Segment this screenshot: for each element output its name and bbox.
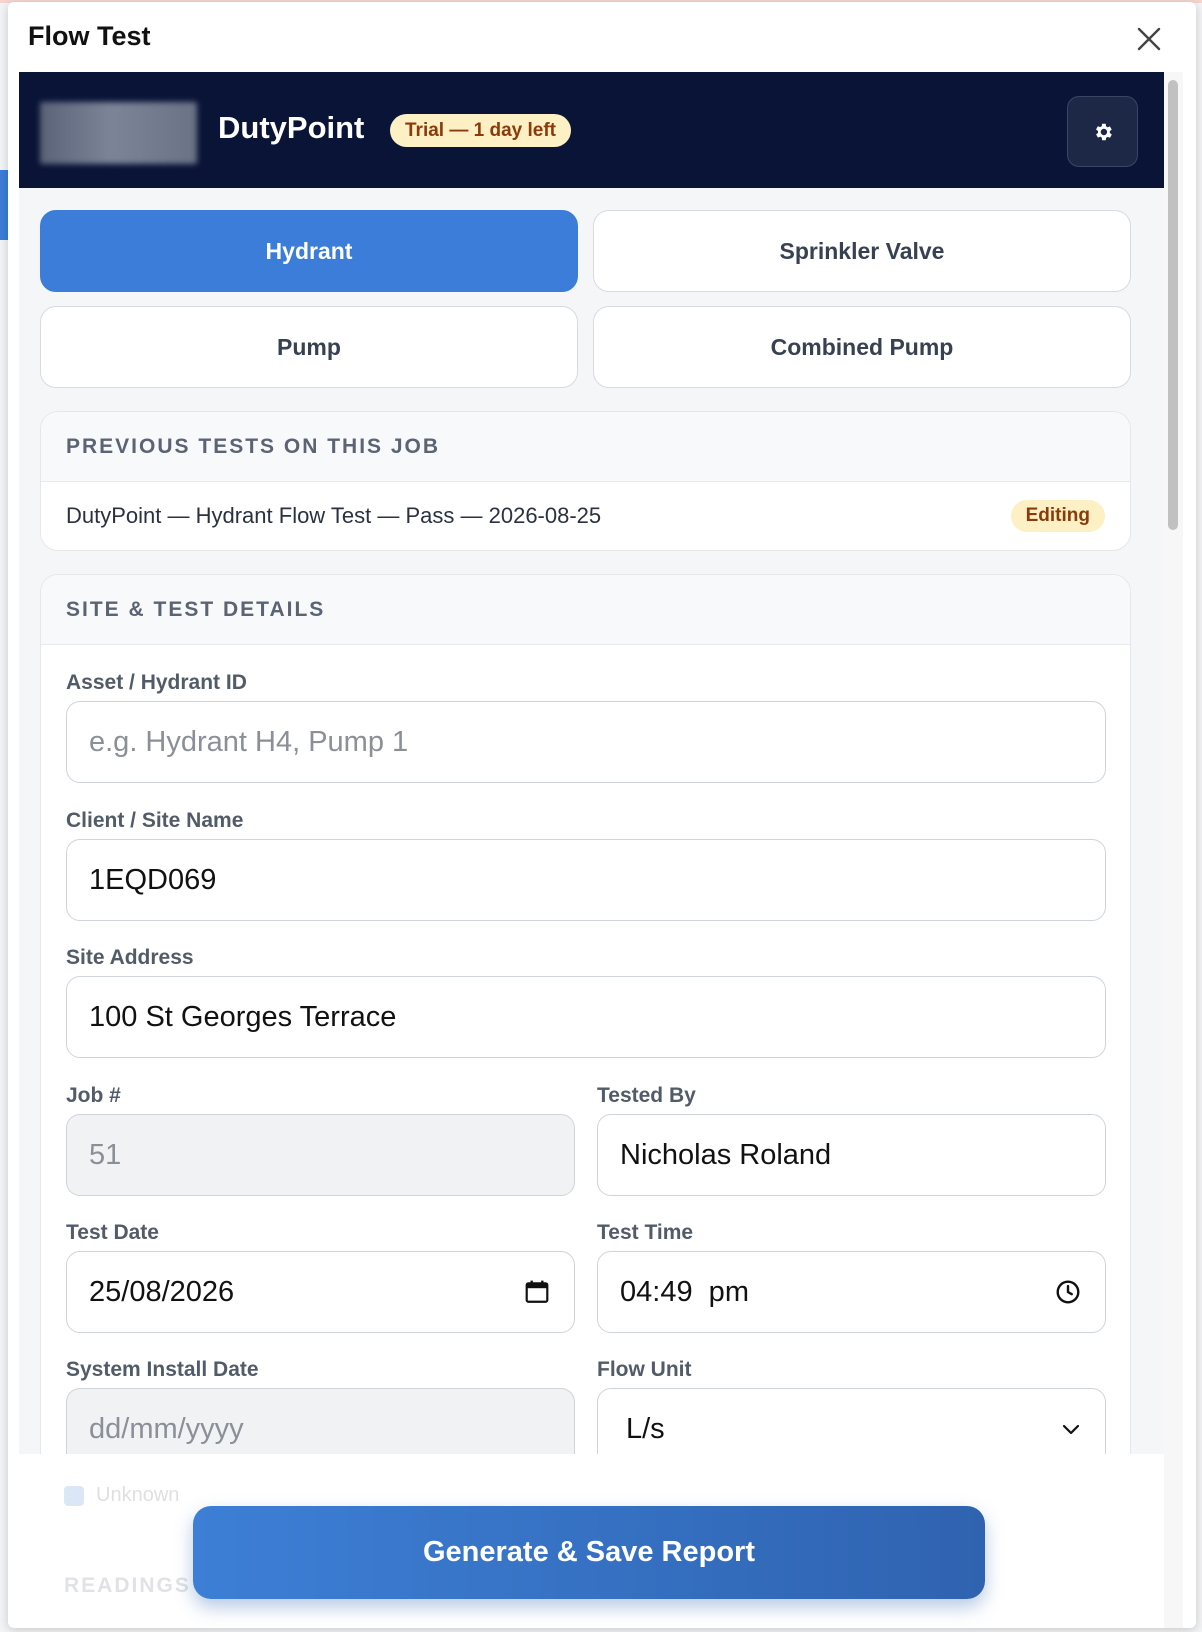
- modal-title: Flow Test: [28, 20, 151, 51]
- test-date-input[interactable]: 25/08/2026: [66, 1251, 575, 1333]
- scrollbar-thumb[interactable]: [1168, 80, 1178, 530]
- client-site-value: 1EQD069: [89, 863, 217, 896]
- settings-button[interactable]: [1067, 96, 1138, 167]
- asset-id-label: Asset / Hydrant ID: [66, 671, 247, 694]
- tab-sprinkler-valve[interactable]: Sprinkler Valve: [593, 210, 1131, 292]
- site-address-label: Site Address: [66, 946, 194, 969]
- flow-unit-label: Flow Unit: [597, 1358, 692, 1381]
- flow-test-modal: Flow Test DutyPoint Trial — 1 day left H…: [8, 2, 1196, 1628]
- generate-save-report-button[interactable]: Generate & Save Report: [193, 1506, 985, 1599]
- flow-unit-value: L/s: [626, 1412, 665, 1445]
- previous-test-item[interactable]: DutyPoint — Hydrant Flow Test — Pass — 2…: [41, 482, 1130, 550]
- checkbox-icon: [64, 1485, 84, 1506]
- test-date-value: 25/08/2026: [89, 1275, 235, 1308]
- tab-pump[interactable]: Pump: [40, 306, 578, 388]
- site-address-input[interactable]: 100 St Georges Terrace: [66, 976, 1106, 1058]
- site-details-card: SITE & TEST DETAILS Asset / Hydrant ID e…: [40, 574, 1131, 1474]
- tab-combined-pump[interactable]: Combined Pump: [593, 306, 1131, 388]
- unknown-checkbox[interactable]: Unknown: [64, 1484, 179, 1507]
- asset-id-input[interactable]: e.g. Hydrant H4, Pump 1: [66, 701, 1106, 783]
- modal-titlebar: Flow Test: [8, 2, 1196, 70]
- app-header: DutyPoint Trial — 1 day left: [19, 72, 1164, 188]
- site-address-value: 100 St Georges Terrace: [89, 1000, 397, 1033]
- install-date-placeholder: dd/mm/yyyy: [89, 1412, 244, 1445]
- previous-tests-heading: PREVIOUS TESTS ON THIS JOB: [41, 412, 1130, 482]
- job-number-label: Job #: [66, 1084, 121, 1107]
- close-icon: [1137, 27, 1161, 51]
- readings-heading: READINGS: [64, 1574, 191, 1597]
- job-number-value: 51: [89, 1138, 122, 1171]
- gear-icon: [1095, 123, 1112, 140]
- tested-by-value: Nicholas Roland: [620, 1138, 832, 1171]
- chevron-down-icon: [1061, 1419, 1081, 1439]
- client-site-label: Client / Site Name: [66, 809, 244, 832]
- test-time-value: 04:49 pm: [620, 1275, 749, 1308]
- app-frame: DutyPoint Trial — 1 day left Hydrant Spr…: [19, 72, 1183, 1628]
- brand-name: DutyPoint: [218, 110, 365, 145]
- sticky-action-bar: Unknown READINGS Generate & Save Report: [19, 1454, 1164, 1628]
- unknown-checkbox-label: Unknown: [96, 1484, 180, 1506]
- calendar-icon[interactable]: [524, 1279, 550, 1305]
- asset-id-placeholder: e.g. Hydrant H4, Pump 1: [89, 725, 409, 758]
- previous-test-text: DutyPoint — Hydrant Flow Test — Pass — 2…: [66, 503, 602, 528]
- tab-hydrant[interactable]: Hydrant: [40, 210, 578, 292]
- tested-by-label: Tested By: [597, 1084, 696, 1107]
- company-logo: [40, 102, 197, 164]
- scrollbar[interactable]: [1163, 72, 1183, 1628]
- client-site-input[interactable]: 1EQD069: [66, 839, 1106, 921]
- clock-icon[interactable]: [1055, 1279, 1081, 1305]
- test-date-label: Test Date: [66, 1221, 159, 1244]
- tested-by-input[interactable]: Nicholas Roland: [597, 1114, 1106, 1196]
- job-number-input: 51: [66, 1114, 575, 1196]
- close-button[interactable]: [1132, 22, 1166, 56]
- test-time-label: Test Time: [597, 1221, 694, 1244]
- trial-badge: Trial — 1 day left: [390, 114, 571, 147]
- install-date-label: System Install Date: [66, 1358, 259, 1381]
- previous-tests-card: PREVIOUS TESTS ON THIS JOB DutyPoint — H…: [40, 411, 1131, 551]
- site-details-heading: SITE & TEST DETAILS: [41, 575, 1130, 645]
- editing-badge: Editing: [1010, 500, 1105, 532]
- test-time-input[interactable]: 04:49 pm: [597, 1251, 1106, 1333]
